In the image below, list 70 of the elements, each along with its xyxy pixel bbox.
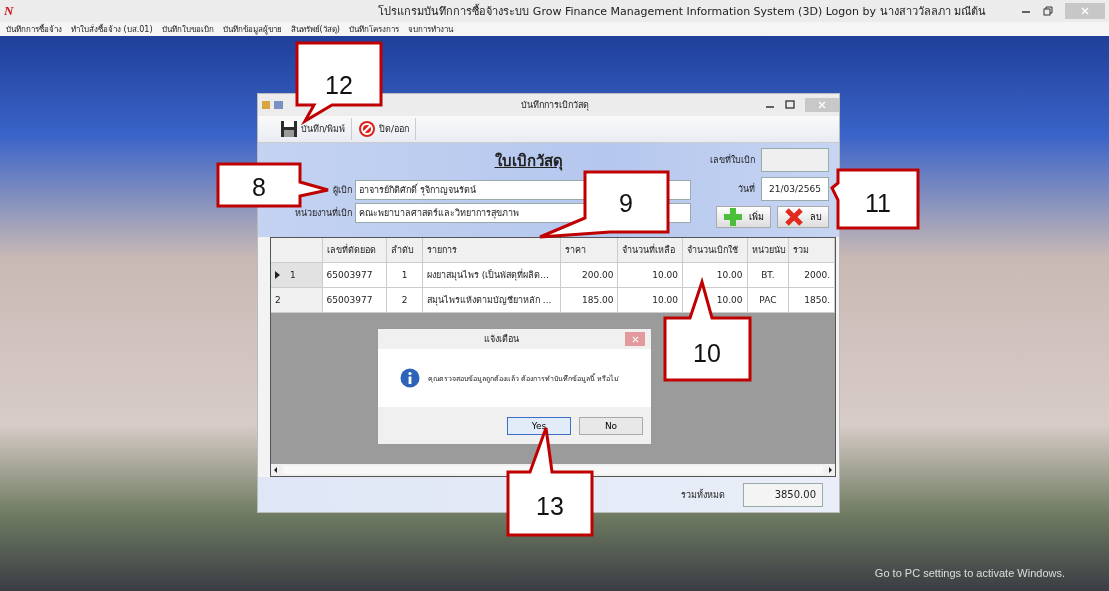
total-label: รวมทั้งหมด	[681, 488, 725, 502]
window-title: โปรแกรมบันทึกการซื้อจ้างระบบ Grow Finance Management Information System (3D) Logon by นางสาววัลลภา มณีต้น	[377, 3, 987, 20]
table-cell: 1	[387, 263, 423, 287]
restore-icon[interactable]	[1043, 6, 1053, 16]
close-icon	[631, 335, 639, 343]
table-cell: 185.00	[560, 288, 619, 312]
field-label: ผู้เบิก	[332, 184, 352, 197]
table-cell: 2	[387, 288, 423, 312]
dialog-button[interactable]: Yes	[507, 416, 571, 435]
table-cell: 65003977	[322, 263, 388, 287]
table-cell: สมุนไพรแห้งตามบัญชียาหลัก ...	[422, 288, 561, 312]
row-header[interactable]: 2	[271, 288, 323, 312]
horizontal-scrollbar[interactable]	[271, 464, 835, 476]
menu-item[interactable]: บันทึกข้อมูลผู้ขาย	[222, 22, 282, 36]
row-header[interactable]: 1	[271, 263, 323, 287]
table-cell: ผงยาสมุนไพร (เป็นพัสดุที่ผลิต...	[422, 263, 561, 287]
activation-notice: Go to PC settings to activate Windows.	[874, 567, 1065, 579]
maximize-icon[interactable]	[785, 100, 795, 110]
callout-number: 11	[865, 189, 891, 217]
delete-button[interactable]: ลบ	[777, 206, 829, 228]
dialog-button[interactable]: No	[579, 416, 643, 435]
column-header[interactable]: รวม	[789, 238, 835, 262]
scroll-right-icon[interactable]	[827, 466, 833, 474]
no-entry-icon	[358, 120, 377, 138]
table-cell: 10.00	[618, 288, 683, 312]
menu-item[interactable]: ทำใบสั่งซื้อจ้าง (บส.01)	[71, 22, 153, 36]
close-icon	[818, 101, 826, 109]
form-heading: ใบเบิกวัสดุ	[493, 151, 564, 173]
plus-icon	[723, 207, 743, 227]
close-exit-button[interactable]: ปิด/ออก	[352, 118, 417, 140]
callout-number: 8	[252, 173, 266, 201]
close-icon	[1081, 7, 1089, 15]
cross-icon	[784, 207, 804, 227]
menu-item[interactable]: จบการทำงาน	[407, 22, 453, 36]
callout-number: 13	[536, 492, 564, 520]
row-number: 1	[290, 270, 296, 280]
column-header[interactable]: จำนวนที่เหลือ	[618, 238, 683, 262]
slip-number-field[interactable]	[761, 148, 829, 172]
add-button[interactable]: เพิ่ม	[716, 206, 771, 228]
window-title: บันทึกการเบิกวัสดุ	[519, 99, 590, 112]
table-cell: BT.	[747, 263, 790, 287]
field-label: วันที่	[738, 182, 755, 196]
field-label: หน่วยงานที่เบิก	[294, 206, 352, 220]
table-cell: PAC	[747, 288, 790, 312]
scroll-left-icon[interactable]	[273, 466, 279, 474]
column-header[interactable]: ลำดับ	[387, 238, 423, 262]
app-logo: N	[4, 3, 14, 19]
column-header[interactable]: เลขที่ตัดยอด	[322, 238, 388, 262]
table-cell: 2000.	[789, 263, 835, 287]
table-cell: 200.00	[560, 263, 619, 287]
date-field[interactable]: 21/03/2565	[761, 177, 829, 201]
total-field: 3850.00	[743, 482, 823, 507]
table-cell: 1850.	[789, 288, 835, 312]
menu-item[interactable]: สินทรัพย์(วัสดุ)	[290, 22, 340, 36]
callout-number: 12	[325, 71, 353, 99]
column-header[interactable]: จำนวนเบิกใช้	[683, 238, 748, 262]
dialog-title: แจ้งเตือน	[483, 333, 520, 346]
current-row-icon	[275, 271, 280, 279]
menu-item[interactable]: บันทึกการซื้อจ้าง	[6, 22, 62, 36]
menu-item[interactable]: บันทึกโครงการ	[348, 22, 399, 36]
app-icon	[262, 100, 284, 110]
table-cell: 65003977	[322, 288, 388, 312]
field-label: เลขที่ใบเบิก	[710, 153, 755, 167]
row-number: 2	[275, 295, 281, 305]
menu-item[interactable]: บันทึกใบขอเบิก	[161, 22, 214, 36]
info-icon	[400, 368, 420, 388]
column-header[interactable]: ราคา	[560, 238, 619, 262]
column-header[interactable]: หน่วยนับ	[747, 238, 790, 262]
callout-number: 10	[693, 339, 721, 367]
table-cell: 10.00	[618, 263, 683, 287]
